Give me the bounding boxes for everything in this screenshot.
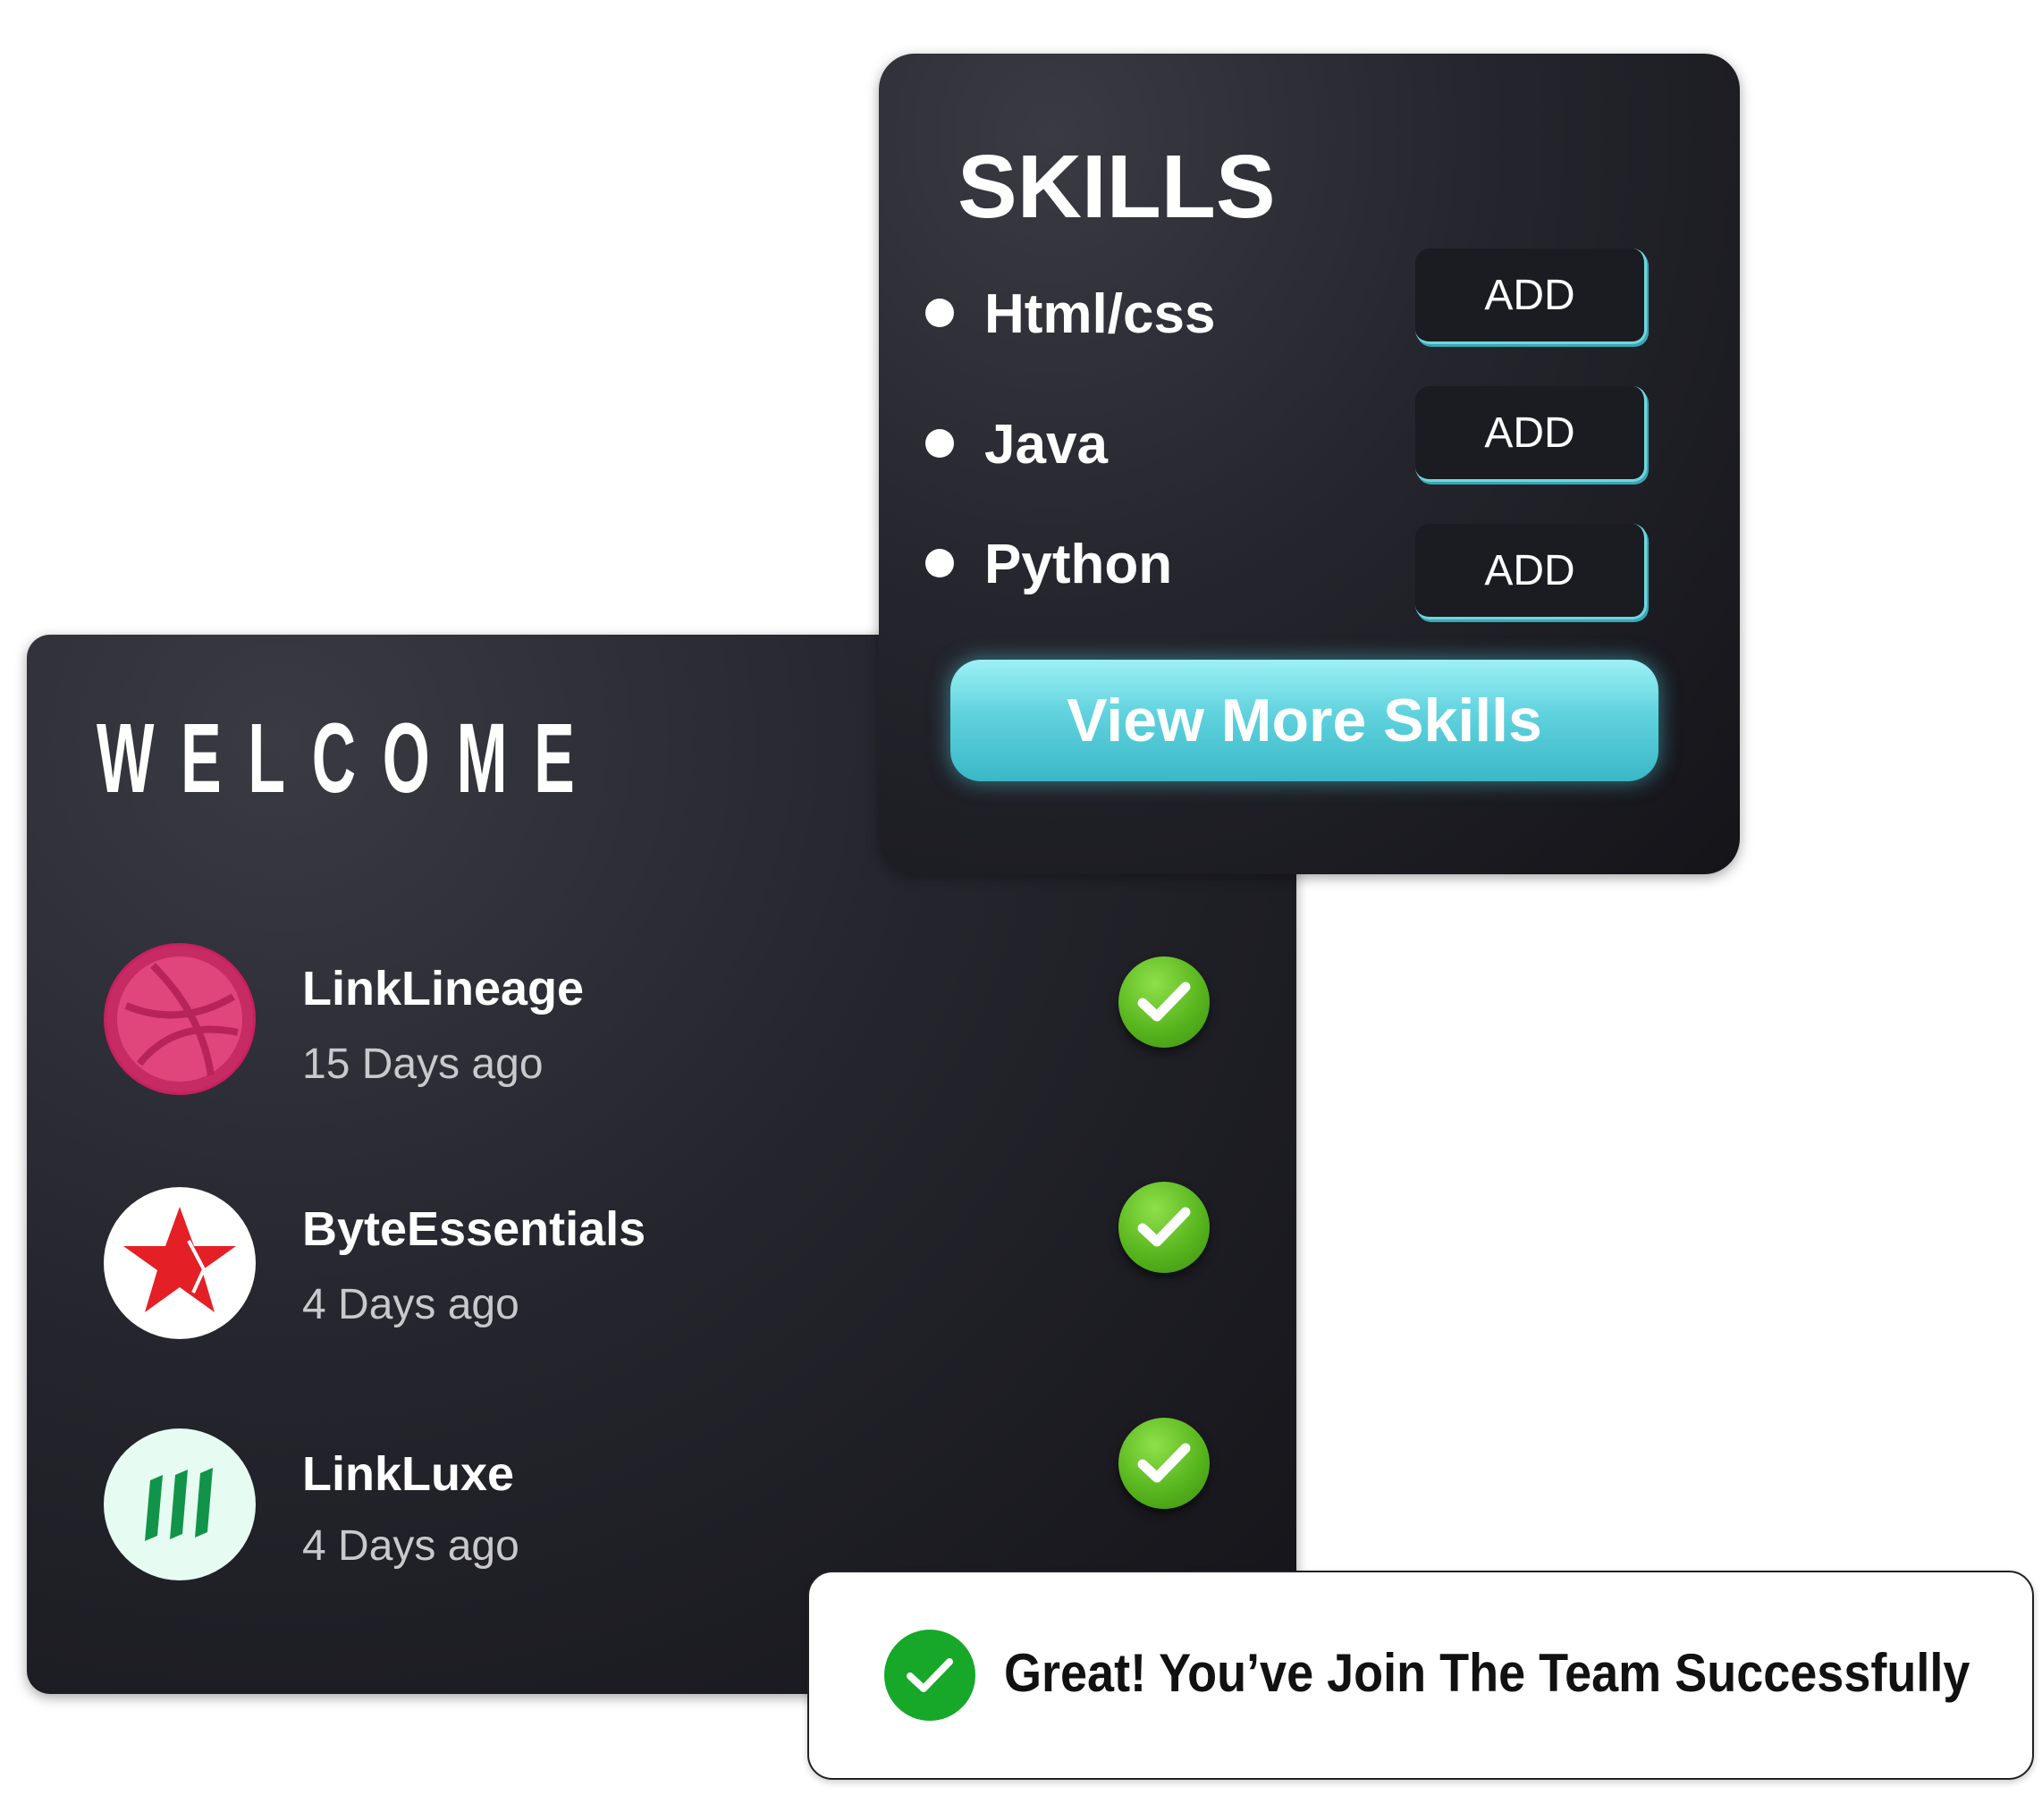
team-row[interactable]: LinkLineage 15 Days ago	[104, 943, 1230, 1104]
team-time: 4 Days ago	[302, 1281, 519, 1328]
red-star-icon	[104, 1187, 256, 1339]
team-name: LinkLuxe	[302, 1447, 515, 1501]
skill-label: Html/css	[984, 283, 1216, 345]
check-circle-icon	[884, 1630, 975, 1721]
check-icon	[1118, 956, 1210, 1048]
add-skill-button[interactable]: ADD	[1415, 386, 1647, 482]
skill-label: Python	[984, 534, 1173, 595]
team-name: ByteEssentials	[302, 1202, 646, 1256]
skill-row: Python ADD	[925, 524, 1694, 622]
team-time: 4 Days ago	[302, 1522, 519, 1570]
team-name: LinkLineage	[302, 962, 585, 1015]
team-row[interactable]: LinkLuxe 4 Days ago	[104, 1418, 1230, 1589]
skills-card: SKILLS Html/css ADD Java ADD Python ADD …	[879, 54, 1740, 874]
check-icon	[1118, 1418, 1210, 1509]
bullet-icon	[925, 299, 954, 327]
success-toast: Great! You’ve Join The Team Successfully	[807, 1571, 2034, 1780]
team-row[interactable]: ByteEssentials 4 Days ago	[104, 1182, 1230, 1348]
team-time: 15 Days ago	[302, 1041, 544, 1088]
skill-label: Java	[984, 414, 1108, 476]
bullet-icon	[925, 549, 954, 577]
green-bars-icon	[104, 1428, 256, 1580]
skills-title: SKILLS	[958, 137, 1276, 237]
welcome-title: WELCOME	[97, 704, 602, 813]
toast-message: Great! You’ve Join The Team Successfully	[1004, 1643, 1970, 1703]
dribbble-icon	[104, 943, 256, 1095]
bullet-icon	[925, 429, 954, 458]
view-more-skills-button[interactable]: View More Skills	[950, 660, 1658, 781]
check-icon	[1118, 1182, 1210, 1273]
skill-row: Html/css ADD	[925, 249, 1694, 347]
add-skill-button[interactable]: ADD	[1415, 524, 1647, 619]
skill-row: Java ADD	[925, 386, 1694, 484]
add-skill-button[interactable]: ADD	[1415, 249, 1647, 344]
